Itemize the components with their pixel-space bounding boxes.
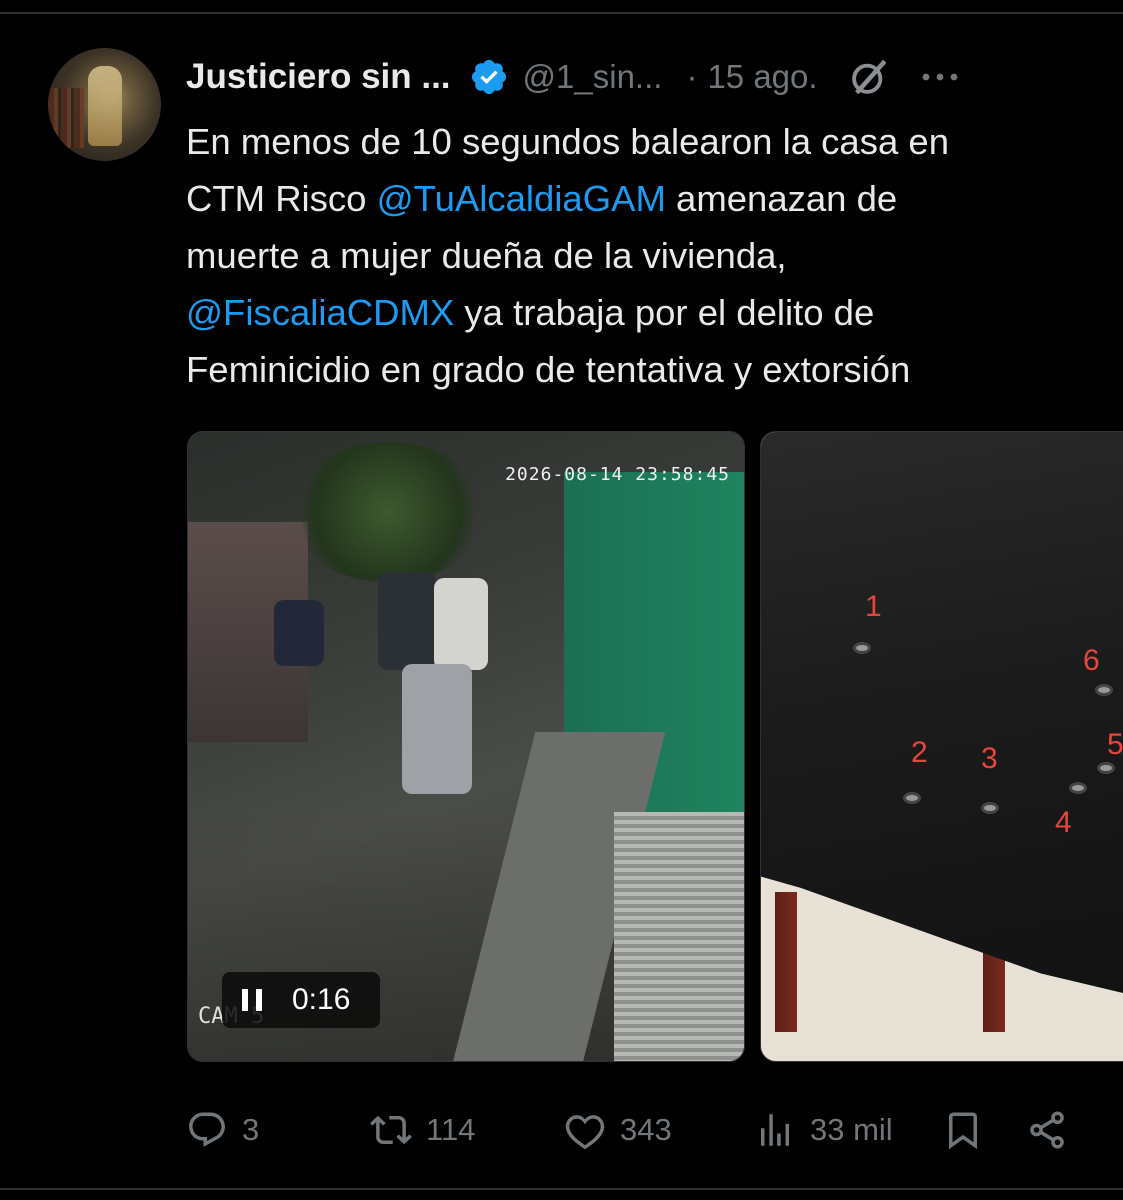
like-count: 343	[620, 1112, 672, 1147]
photo-label-2: 2	[911, 736, 928, 769]
tweet-line-3: muerte a mujer dueña de la vivienda,	[186, 235, 787, 276]
views-button[interactable]: 33 mil	[754, 1102, 893, 1158]
bullet-hole	[1097, 762, 1115, 774]
action-bar: 3 114 343 33 mil	[186, 1102, 1083, 1158]
video-shutter	[614, 812, 744, 1061]
reply-button[interactable]: 3	[186, 1102, 259, 1158]
avatar-books	[48, 88, 84, 148]
avatar[interactable]	[48, 48, 161, 161]
author-name[interactable]: Justiciero sin ...	[186, 57, 451, 97]
tweet-line-2-prefix: CTM Risco	[186, 178, 377, 219]
video-car	[434, 578, 488, 670]
share-button[interactable]	[1026, 1102, 1068, 1158]
author-handle[interactable]: @1_sin...	[523, 58, 663, 96]
tweet-line-2: CTM Risco @TuAlcaldiaGAM amenazan de	[186, 170, 1086, 227]
bullet-hole	[903, 792, 921, 804]
tweet-line-5: Feminicidio en grado de tentativa y exto…	[186, 349, 911, 390]
grok-icon[interactable]	[848, 56, 890, 98]
top-divider	[0, 12, 1123, 14]
photo-media[interactable]: 1 2 3 4 5 6	[760, 431, 1123, 1062]
like-icon	[565, 1115, 605, 1150]
photo-label-3: 3	[981, 742, 998, 775]
share-icon	[1030, 1111, 1064, 1149]
tweet-date[interactable]: 15 ago.	[707, 58, 817, 96]
like-button[interactable]: 343	[564, 1102, 672, 1158]
tweet-header: Justiciero sin ... @1_sin... · 15 ago.	[186, 52, 1083, 102]
reply-count: 3	[242, 1112, 260, 1147]
chair-leg	[775, 892, 797, 1032]
bookmark-icon	[949, 1112, 977, 1150]
views-count: 33 mil	[810, 1112, 893, 1147]
bullet-hole	[1095, 684, 1113, 696]
pause-icon[interactable]	[242, 989, 262, 1011]
mention-tualcaldiagam[interactable]: @TuAlcaldiaGAM	[377, 178, 666, 219]
bookmark-button[interactable]	[942, 1102, 984, 1158]
avatar-statue	[88, 66, 122, 146]
photo-label-1: 1	[865, 590, 882, 623]
more-icon[interactable]	[918, 67, 962, 87]
tweet-text: En menos de 10 segundos balearon la casa…	[186, 113, 1086, 398]
video-car	[402, 664, 472, 794]
separator-dot: ·	[686, 58, 698, 95]
bullet-hole	[853, 642, 871, 654]
video-media[interactable]: 2026-08-14 23:58:45 CAM 5 0:16	[187, 431, 745, 1062]
video-car	[378, 572, 436, 670]
verified-badge-icon[interactable]	[469, 57, 509, 97]
tweet-line-2-suffix: amenazan de	[665, 178, 898, 219]
video-controls[interactable]: 0:16	[222, 972, 380, 1028]
bullet-hole	[981, 802, 999, 814]
reply-icon	[189, 1112, 225, 1147]
repost-button[interactable]: 114	[370, 1102, 475, 1158]
repost-count: 114	[426, 1112, 476, 1147]
photo-label-4: 4	[1055, 806, 1072, 839]
bullet-hole	[1069, 782, 1087, 794]
tweet-line-4: @FiscaliaCDMX ya trabaja por el delito d…	[186, 284, 1086, 341]
photo-label-6: 6	[1083, 644, 1100, 677]
tweet-line-1: En menos de 10 segundos balearon la casa…	[186, 121, 949, 162]
video-tree	[288, 442, 488, 582]
video-car	[274, 600, 324, 666]
tweet-line-4-suffix: ya trabaja por el delito de	[454, 292, 875, 333]
photo-label-5: 5	[1107, 728, 1123, 761]
mention-fiscaliacdmx[interactable]: @FiscaliaCDMX	[186, 292, 454, 333]
video-duration: 0:16	[292, 983, 351, 1016]
video-timestamp: 2026-08-14 23:58:45	[505, 464, 730, 485]
views-icon	[761, 1114, 789, 1146]
bottom-divider	[0, 1188, 1123, 1190]
repost-icon	[370, 1115, 412, 1145]
jacket-photo	[761, 432, 1123, 1002]
